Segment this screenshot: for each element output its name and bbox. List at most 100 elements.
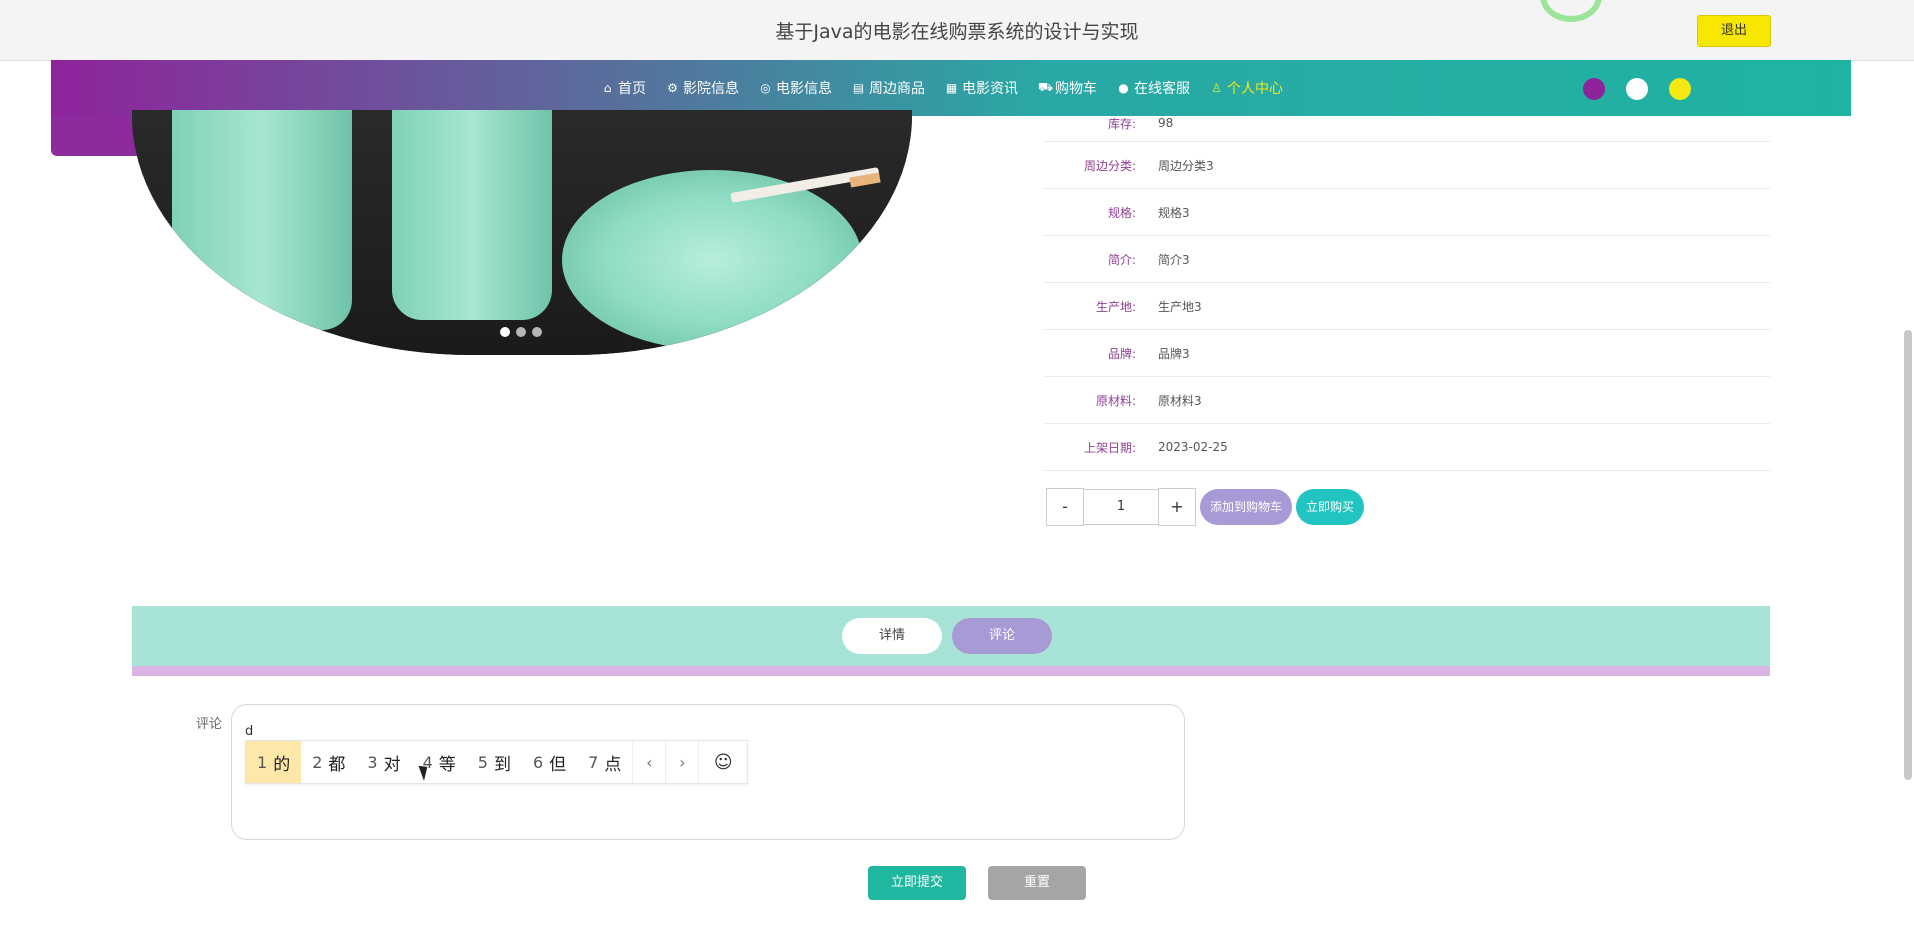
spec-label: 原材料:: [1095, 393, 1136, 408]
news-icon: ▦: [945, 81, 958, 95]
spec-value: 原材料3: [1158, 393, 1202, 408]
top-header: 基于Java的电影在线购票系统的设计与实现 退出: [0, 0, 1914, 61]
spec-label: 上架日期:: [1083, 440, 1136, 455]
ime-candidate-char: 等: [438, 754, 456, 775]
tab-comment[interactable]: 评论: [952, 618, 1052, 654]
spec-label: 周边分类:: [1083, 158, 1136, 173]
nav-item-label: 影院信息: [683, 81, 739, 97]
spec-value: 2023-02-25: [1158, 440, 1228, 454]
nav-item-3[interactable]: ▤ 周边商品: [852, 78, 925, 98]
nav-item-0[interactable]: ⌂ 首页: [601, 78, 646, 98]
theme-yellow-button[interactable]: [1669, 78, 1691, 100]
reset-button[interactable]: 重置: [988, 866, 1086, 900]
spec-row: 上架日期: 2023-02-25: [1044, 424, 1770, 471]
tab-strip: 详情 评论: [132, 606, 1770, 666]
ime-candidate-char: 到: [493, 754, 511, 775]
ime-emoji-icon[interactable]: ☺: [698, 741, 747, 783]
nav-item-label: 首页: [618, 81, 646, 97]
ime-candidate-bar: 1 的 2 都 3 对 4 等 5 到 6 但 7 点 ‹ › ☺: [245, 740, 749, 784]
qty-input[interactable]: 1: [1084, 489, 1158, 525]
product-photo-mug: [172, 110, 352, 330]
nav-item-label: 电影信息: [776, 81, 832, 97]
spec-row: 简介: 简介3: [1044, 236, 1770, 283]
spec-label: 规格:: [1107, 205, 1136, 220]
ime-candidate[interactable]: 6但: [522, 741, 577, 783]
nav-item-label: 购物车: [1055, 81, 1097, 97]
add-to-cart-button[interactable]: 添加到购物车: [1200, 489, 1293, 525]
spec-row: 品牌: 品牌3: [1044, 330, 1770, 377]
spec-value: 周边分类3: [1158, 158, 1214, 173]
spec-value: 品牌3: [1158, 346, 1190, 361]
cart-icon: ⛟: [1038, 80, 1054, 94]
spec-label: 简介:: [1107, 252, 1136, 267]
spec-label: 库存:: [1107, 116, 1136, 131]
service-icon: ●: [1118, 81, 1129, 95]
site-title: 基于Java的电影在线购票系统的设计与实现: [775, 21, 1139, 43]
nav-item-5[interactable]: ⛟ 购物车: [1038, 78, 1097, 98]
product-photo-cup: [392, 110, 552, 320]
nav-item-label: 在线客服: [1134, 81, 1190, 97]
nav-item-4[interactable]: ▦ 电影资讯: [945, 78, 1018, 98]
comment-label: 评论: [196, 717, 223, 732]
carousel-dot[interactable]: [532, 327, 542, 337]
ime-candidate-char: 的: [273, 754, 291, 775]
buy-now-button[interactable]: 立即购买: [1296, 489, 1365, 525]
spec-row: 生产地: 生产地3: [1044, 283, 1770, 330]
carousel-dot[interactable]: [500, 327, 510, 337]
ime-candidate-number: 5: [477, 752, 488, 772]
carousel-dot[interactable]: [516, 327, 526, 337]
nav-item-2[interactable]: ◎ 电影信息: [759, 78, 832, 98]
ime-candidate-number: 3: [367, 752, 378, 772]
nav-item-1[interactable]: ⚙ 影院信息: [666, 78, 739, 98]
ime-candidate[interactable]: 5到: [467, 741, 522, 783]
spec-row: 周边分类: 周边分类3: [1044, 142, 1770, 189]
nav-item-7[interactable]: ♙ 个人中心: [1210, 78, 1283, 98]
comment-typed-text: d: [245, 724, 254, 739]
ime-prev-icon[interactable]: ‹: [632, 741, 665, 783]
submit-button[interactable]: 立即提交: [868, 866, 966, 900]
nav-item-label: 个人中心: [1227, 81, 1283, 97]
spec-row: 原材料: 原材料3: [1044, 377, 1770, 424]
user-icon: ♙: [1211, 81, 1222, 95]
product-image-carousel[interactable]: [132, 110, 912, 355]
qty-plus-button[interactable]: +: [1158, 488, 1196, 526]
ime-candidate-number: 2: [312, 752, 323, 772]
spec-value: 规格3: [1158, 205, 1190, 220]
logout-button[interactable]: 退出: [1697, 15, 1771, 47]
ime-candidate[interactable]: 2都: [301, 741, 356, 783]
qty-minus-button[interactable]: -: [1046, 488, 1084, 526]
ime-candidate-char: 点: [604, 754, 622, 775]
product-photo-ashtray: [562, 170, 862, 350]
ime-candidate-char: 对: [383, 754, 401, 775]
home-icon: ⌂: [603, 81, 612, 95]
ime-candidate[interactable]: 3对: [356, 741, 411, 783]
nav-item-6[interactable]: ● 在线客服: [1117, 78, 1190, 98]
goods-icon: ▤: [852, 81, 865, 95]
ime-candidate[interactable]: 1的: [246, 741, 302, 783]
nav-item-label: 周边商品: [869, 81, 925, 97]
spec-value: 生产地3: [1158, 299, 1202, 314]
ime-candidate[interactable]: 4等: [412, 741, 467, 783]
quantity-stepper: - 1 + 添加到购物车 立即购买: [1046, 488, 1365, 526]
ime-candidate[interactable]: 7点: [577, 741, 632, 783]
theme-purple-button[interactable]: [1583, 78, 1605, 100]
product-specs: 库存: 98 周边分类: 周边分类3 规格: 规格3 简介: 简介3 生产地: 生产地3 品牌: 品牌…: [1044, 105, 1770, 471]
page-scrollbar[interactable]: [1904, 330, 1912, 780]
film-icon: ◎: [760, 81, 771, 95]
tab-detail[interactable]: 详情: [842, 618, 942, 654]
spec-row: 规格: 规格3: [1044, 189, 1770, 236]
spec-value: 简介3: [1158, 252, 1190, 267]
ime-candidate-number: 1: [257, 752, 268, 772]
ime-candidate-number: 7: [588, 752, 599, 772]
cinema-icon: ⚙: [667, 81, 678, 95]
ime-candidate-char: 但: [549, 754, 567, 775]
tab-underline: [132, 666, 1770, 676]
ime-next-icon[interactable]: ›: [665, 741, 698, 783]
nav-item-label: 电影资讯: [962, 81, 1018, 97]
spec-value: 98: [1158, 116, 1174, 130]
spec-label: 生产地:: [1095, 299, 1136, 314]
spec-label: 品牌:: [1107, 346, 1136, 361]
carousel-dots: [500, 327, 542, 337]
ime-candidate-number: 6: [532, 752, 544, 772]
theme-white-button[interactable]: [1626, 78, 1648, 100]
